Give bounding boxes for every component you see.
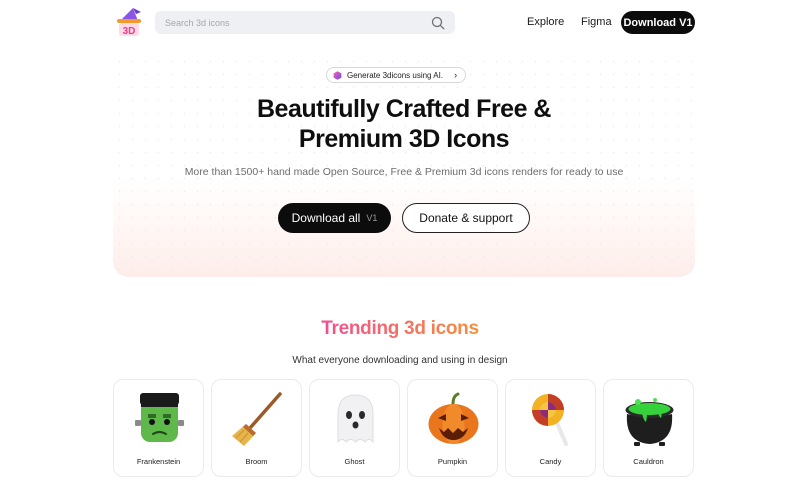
generate-ai-pill[interactable]: Generate 3dicons using AI. › bbox=[326, 67, 467, 83]
icon-card-frankenstein[interactable]: Frankenstein bbox=[113, 379, 204, 477]
icon-card-label: Cauldron bbox=[633, 457, 664, 466]
download-all-label: Download all bbox=[291, 211, 361, 225]
icon-card-pumpkin[interactable]: Pumpkin bbox=[407, 379, 498, 477]
logo-icon[interactable]: 3D bbox=[113, 6, 145, 38]
frankenstein-icon bbox=[135, 393, 184, 442]
search-icon[interactable] bbox=[431, 16, 445, 30]
icon-card-label: Candy bbox=[539, 457, 562, 466]
hero-title-line2: Premium 3D Icons bbox=[298, 125, 510, 153]
hero-section: Generate 3dicons using AI. › Beautifully… bbox=[113, 55, 695, 277]
chevron-right-icon: › bbox=[454, 70, 458, 80]
broom-icon bbox=[232, 392, 282, 446]
version-tag: V1 bbox=[366, 213, 378, 223]
hexagon-gem-icon bbox=[333, 70, 342, 80]
icon-card-label: Frankenstein bbox=[136, 457, 181, 466]
top-navbar: 3D Explore Figma Download V1 bbox=[0, 0, 800, 46]
ghost-icon bbox=[337, 394, 374, 444]
candy-icon bbox=[532, 394, 568, 446]
svg-text:3D: 3D bbox=[123, 26, 136, 37]
icon-card-label: Ghost bbox=[344, 457, 365, 466]
icon-card-candy[interactable]: Candy bbox=[505, 379, 596, 477]
icon-card-ghost[interactable]: Ghost bbox=[309, 379, 400, 477]
donate-support-button[interactable]: Donate & support bbox=[402, 203, 530, 233]
icon-card-label: Pumpkin bbox=[437, 457, 468, 466]
hero-title: Beautifully Crafted Free & Premium 3D Ic… bbox=[113, 94, 695, 154]
icon-card-label: Broom bbox=[245, 457, 268, 466]
icon-card-broom[interactable]: Broom bbox=[211, 379, 302, 477]
nav-explore-link[interactable]: Explore bbox=[527, 16, 564, 28]
hero-subtitle: More than 1500+ hand made Open Source, F… bbox=[184, 166, 624, 178]
search-input[interactable] bbox=[165, 17, 431, 28]
icon-card-cauldron[interactable]: Cauldron bbox=[603, 379, 694, 477]
trending-subtitle: What everyone downloading and using in d… bbox=[292, 355, 508, 366]
cauldron-icon bbox=[625, 398, 674, 446]
pill-text: Generate 3dicons using AI. bbox=[347, 70, 444, 80]
trending-title: Trending 3d icons bbox=[0, 318, 800, 340]
hero-title-line1: Beautifully Crafted Free & bbox=[256, 95, 552, 123]
nav-figma-link[interactable]: Figma bbox=[581, 16, 612, 28]
nav-download-button[interactable]: Download V1 bbox=[621, 11, 695, 34]
pumpkin-icon bbox=[428, 392, 479, 444]
search-bar[interactable] bbox=[155, 11, 455, 34]
download-all-button[interactable]: Download all V1 bbox=[278, 203, 391, 233]
